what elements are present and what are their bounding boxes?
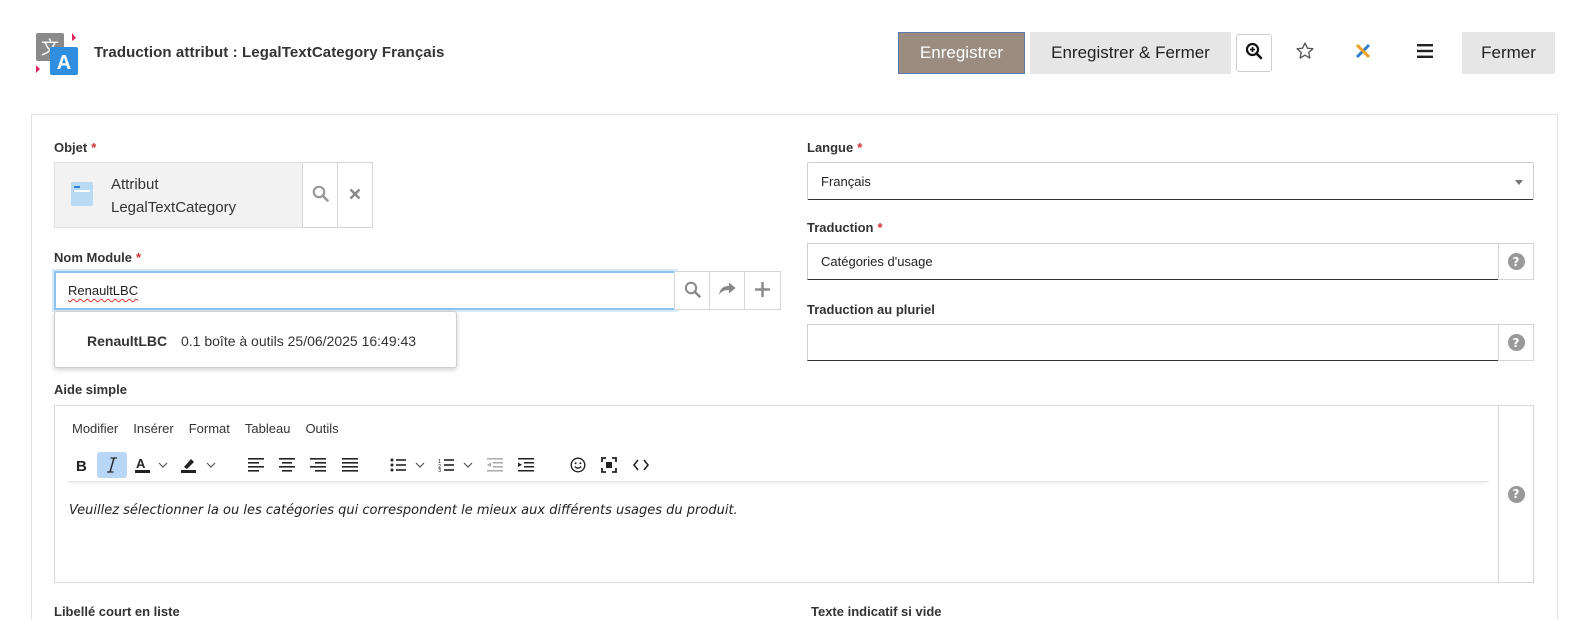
tools-icon: [1354, 42, 1372, 65]
texte-indicatif-label: Texte indicatif si vide: [811, 604, 942, 619]
search-icon: [684, 281, 701, 301]
module-search-button[interactable]: [674, 271, 710, 310]
highlight-color-button[interactable]: [179, 452, 221, 478]
indent-button[interactable]: [513, 452, 539, 478]
traduction-label: Traduction *: [807, 220, 883, 235]
help-icon: ?: [1507, 253, 1525, 270]
numbered-list-button[interactable]: 123: [437, 452, 477, 478]
align-left-icon: [248, 458, 264, 472]
menu-tableau[interactable]: Tableau: [245, 421, 291, 436]
save-and-close-button[interactable]: Enregistrer & Fermer: [1030, 32, 1231, 74]
module-goto-button[interactable]: [709, 271, 745, 310]
objet-value: Attribut LegalTextCategory: [111, 176, 237, 216]
code-icon: [633, 459, 649, 471]
editor-content[interactable]: Veuillez sélectionner la ou les catégori…: [69, 503, 738, 518]
help-icon: ?: [1507, 485, 1525, 503]
objet-search-button[interactable]: [302, 162, 338, 228]
menu-format[interactable]: Format: [189, 421, 230, 436]
fullscreen-button[interactable]: [596, 452, 622, 478]
langue-select[interactable]: Français: [807, 162, 1534, 200]
libelle-court-label: Libellé court en liste: [54, 604, 180, 619]
menu-outils[interactable]: Outils: [305, 421, 338, 436]
objet-label: Objet *: [54, 140, 97, 155]
module-label: Nom Module *: [54, 250, 142, 265]
fullscreen-icon: [601, 457, 617, 473]
align-center-button[interactable]: [274, 452, 300, 478]
italic-icon: [106, 457, 118, 473]
text-color-icon: A: [135, 456, 171, 474]
module-add-button[interactable]: [744, 271, 781, 310]
emoji-button[interactable]: [565, 452, 591, 478]
italic-button[interactable]: [97, 452, 127, 478]
page-title: Traduction attribut : LegalTextCategory …: [94, 44, 445, 61]
svg-text:A: A: [136, 456, 146, 471]
traduction-pluriel-help-button[interactable]: ?: [1498, 324, 1534, 361]
bullet-list-icon: [390, 458, 428, 472]
traduction-input[interactable]: Catégories d'usage: [807, 243, 1499, 280]
highlight-icon: [181, 456, 219, 474]
outdent-button[interactable]: [482, 452, 508, 478]
bold-button[interactable]: B: [69, 452, 95, 478]
hamburger-icon: [1417, 43, 1433, 63]
zoom-button[interactable]: [1236, 34, 1272, 72]
svg-text:3: 3: [438, 468, 441, 472]
star-icon: [1295, 41, 1315, 66]
align-right-button[interactable]: [305, 452, 331, 478]
share-arrow-icon: [718, 282, 736, 299]
aide-simple-label: Aide simple: [54, 382, 127, 397]
page-header: 文 A Traduction attribut : LegalTextCateg…: [0, 0, 1577, 110]
align-center-icon: [279, 458, 295, 472]
translate-icon: 文 A: [34, 31, 80, 77]
numbered-list-icon: 123: [438, 458, 476, 472]
svg-text:B: B: [76, 458, 87, 472]
menu-button[interactable]: [1408, 32, 1442, 74]
module-suggestion-dropdown[interactable]: RenaultLBC 0.1 boîte à outils 25/06/2025…: [54, 311, 457, 368]
indent-icon: [518, 458, 534, 472]
plus-icon: [755, 281, 770, 300]
editor-menubar: Modifier Insérer Format Tableau Outils: [72, 421, 354, 436]
objet-field[interactable]: Attribut LegalTextCategory: [54, 162, 303, 228]
favorite-button[interactable]: [1288, 32, 1322, 74]
editor-toolbar: B A 123: [67, 450, 1489, 482]
objet-clear-button[interactable]: [337, 162, 373, 228]
save-button[interactable]: Enregistrer: [898, 32, 1025, 74]
align-justify-icon: [342, 458, 358, 472]
langue-label: Langue *: [807, 140, 863, 155]
module-input[interactable]: RenaultLBC: [54, 271, 676, 310]
bullet-list-button[interactable]: [389, 452, 429, 478]
traduction-pluriel-input[interactable]: [807, 324, 1499, 361]
menu-modifier[interactable]: Modifier: [72, 421, 118, 436]
aide-help-button[interactable]: ?: [1498, 405, 1534, 583]
suggestion-name: RenaultLBC: [87, 333, 168, 349]
traduction-pluriel-label: Traduction au pluriel: [807, 302, 935, 317]
align-justify-button[interactable]: [337, 452, 363, 478]
align-left-button[interactable]: [243, 452, 269, 478]
menu-inserer[interactable]: Insérer: [133, 421, 173, 436]
search-icon: [312, 185, 329, 205]
align-right-icon: [310, 458, 326, 472]
svg-text:A: A: [57, 52, 71, 74]
chevron-down-icon: [1515, 180, 1523, 185]
outdent-icon: [487, 458, 503, 472]
bold-icon: B: [76, 458, 88, 472]
source-code-button[interactable]: [628, 452, 654, 478]
close-button[interactable]: Fermer: [1462, 32, 1555, 74]
close-icon: [349, 188, 361, 203]
tools-button[interactable]: [1346, 32, 1380, 74]
emoji-icon: [570, 457, 586, 473]
zoom-icon: [1245, 42, 1263, 65]
help-icon: ?: [1507, 334, 1525, 351]
traduction-help-button[interactable]: ?: [1498, 243, 1534, 280]
text-color-button[interactable]: A: [133, 452, 173, 478]
attribute-icon: [71, 182, 93, 206]
suggestion-meta: 0.1 boîte à outils 25/06/2025 16:49:43: [181, 333, 417, 349]
rich-text-editor[interactable]: Modifier Insérer Format Tableau Outils B…: [54, 405, 1499, 583]
